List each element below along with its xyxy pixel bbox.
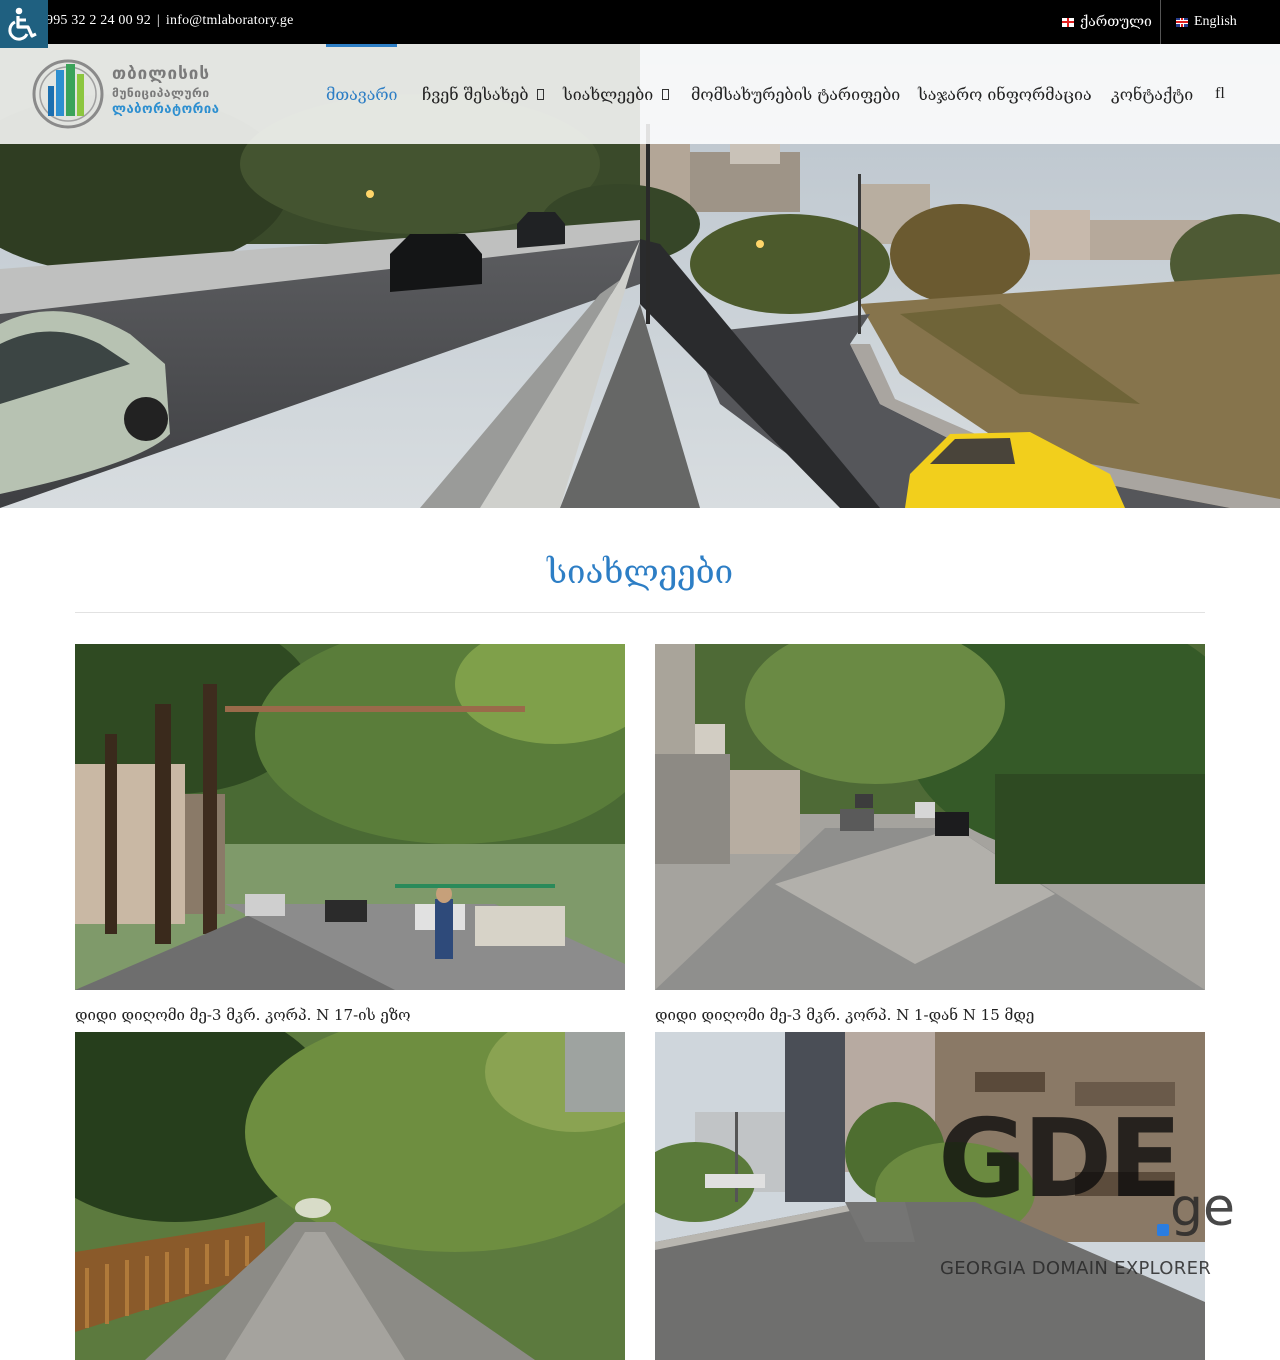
news-card-3-image[interactable] bbox=[75, 1032, 625, 1360]
nav-item-home-label: მთავარი bbox=[326, 84, 398, 104]
logo-line-1: თბილისის bbox=[112, 64, 210, 84]
contact-info: 995 32 2 24 00 92 | info@tmlaboratory.ge bbox=[46, 13, 293, 29]
language-georgian[interactable]: ქართული bbox=[1062, 0, 1152, 44]
main-header: თბილისის მუნიციპალური ლაბორატორია მთავარ… bbox=[0, 44, 1280, 144]
submenu-indicator-icon bbox=[662, 88, 670, 100]
georgia-flag-icon bbox=[1062, 17, 1074, 27]
nav-item-about[interactable]: ჩვენ შესახებ bbox=[422, 44, 545, 144]
wheelchair-icon bbox=[8, 7, 37, 41]
phone-number[interactable]: 995 32 2 24 00 92 bbox=[46, 13, 151, 28]
nav-item-contact-label: კონტაქტი bbox=[1111, 84, 1194, 104]
contact-separator: | bbox=[156, 13, 160, 28]
nav-item-tariffs-label: მომსახურების ტარიფები bbox=[691, 84, 901, 104]
email-link[interactable]: info@tmlaboratory.ge bbox=[166, 13, 294, 28]
nav-item-contact[interactable]: კონტაქტი bbox=[1111, 44, 1193, 144]
news-section-title: სიახლეები bbox=[546, 552, 734, 591]
laboratory-logo-icon bbox=[32, 59, 104, 129]
section-divider bbox=[75, 612, 1205, 613]
news-card-2-caption[interactable]: დიდი დიღომი მე-3 მკრ. კორპ. N 1-დან N 15… bbox=[655, 1006, 1034, 1024]
nav-item-about-label: ჩვენ შესახებ bbox=[422, 84, 529, 104]
nav-item-public-info-label: საჯარო ინფორმაცია bbox=[918, 84, 1092, 104]
search-icon: fl bbox=[1215, 85, 1225, 102]
nav-item-public-info[interactable]: საჯარო ინფორმაცია bbox=[918, 44, 1092, 144]
news-card-2-image[interactable] bbox=[655, 644, 1205, 990]
logo-line-3: ლაბორატორია bbox=[112, 102, 220, 117]
news-card-4-image[interactable] bbox=[655, 1032, 1205, 1360]
language-english-label: English bbox=[1194, 14, 1237, 29]
site-logo[interactable]: თბილისის მუნიციპალური ლაბორატორია bbox=[32, 56, 242, 132]
logo-line-2: მუნიციპალური bbox=[112, 86, 210, 100]
nav-item-news[interactable]: სიახლეები bbox=[563, 44, 670, 144]
nav-item-home[interactable]: მთავარი bbox=[326, 44, 398, 144]
nav-item-tariffs[interactable]: მომსახურების ტარიფები bbox=[691, 44, 900, 144]
language-divider bbox=[1160, 0, 1161, 44]
search-button[interactable]: fl bbox=[1215, 44, 1225, 144]
accessibility-button[interactable] bbox=[0, 0, 48, 48]
submenu-indicator-icon bbox=[537, 88, 545, 100]
uk-flag-icon bbox=[1176, 17, 1188, 27]
news-card-1-image[interactable] bbox=[75, 644, 625, 990]
news-card-1-caption[interactable]: დიდი დიღომი მე-3 მკრ. კორპ. N 17-ის ეზო bbox=[75, 1006, 411, 1024]
language-georgian-label: ქართული bbox=[1080, 14, 1152, 30]
top-bar: 995 32 2 24 00 92 | info@tmlaboratory.ge ქ… bbox=[0, 0, 1280, 44]
language-english[interactable]: English bbox=[1176, 0, 1237, 44]
nav-item-news-label: სიახლეები bbox=[563, 84, 654, 104]
